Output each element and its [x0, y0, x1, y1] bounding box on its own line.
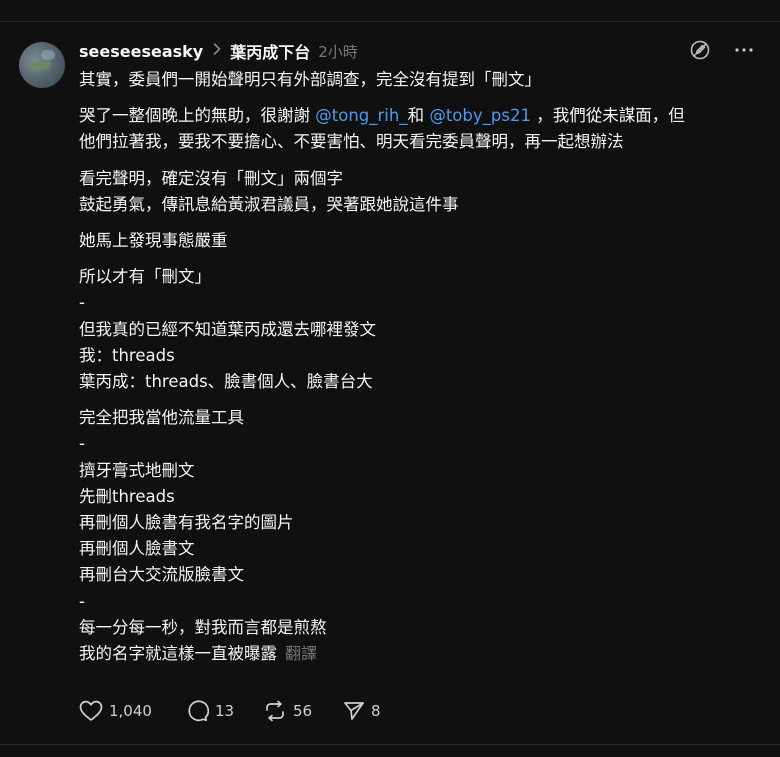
post-text-line: 鼓起勇氣，傳訊息給黃淑君議員，哭著跟她說這件事	[79, 192, 769, 218]
post-text: 他們拉著我，要我不要擔心、不要害怕、明天看完委員聲明，再一起想辦法	[79, 132, 624, 152]
reply-count: 13	[215, 702, 235, 720]
repost-icon	[266, 700, 284, 722]
post-timestamp[interactable]: 2小時	[318, 41, 358, 62]
post-text-line: 我的名字就這樣一直被曝露 翻譯	[79, 641, 769, 667]
post-paragraph: 看完聲明，確定沒有「刪文」兩個字鼓起勇氣，傳訊息給黃淑君議員，哭著跟她說這件事	[79, 166, 769, 218]
post-text: 再刪個人臉書文	[79, 539, 195, 559]
post-text: 她馬上發現事態嚴重	[79, 231, 228, 251]
post-text-line: 再刪個人臉書文	[79, 536, 769, 562]
post-text: 哭了一整個晚上的無助，很謝謝	[79, 106, 316, 126]
post-paragraph: 她馬上發現事態嚴重	[79, 228, 769, 254]
like-count: 1,040	[109, 702, 152, 720]
no-edit-icon[interactable]	[689, 39, 711, 61]
post-text: 再刪個人臉書有我名字的圖片	[79, 513, 294, 533]
share-count: 8	[371, 702, 381, 720]
post-text-line: 他們拉著我，要我不要擔心、不要害怕、明天看完委員聲明，再一起想辦法	[79, 129, 769, 155]
post-text-line: 但我真的已經不知道葉丙成還去哪裡發文	[79, 317, 769, 343]
post-text: 我的名字就這樣一直被曝露	[79, 644, 277, 664]
post-text: 鼓起勇氣，傳訊息給黃淑君議員，哭著跟她說這件事	[79, 194, 459, 214]
bottom-divider	[0, 744, 780, 745]
post-paragraph: 所以才有「刪文」 - 但我真的已經不知道葉丙成還去哪裡發文 我：threads 葉丙成：…	[79, 264, 769, 395]
post-text-line: 完全把我當他流量工具	[79, 405, 769, 431]
like-button[interactable]: 1,040	[79, 700, 185, 722]
send-icon	[344, 702, 364, 720]
avatar-image-detail	[41, 50, 55, 60]
post-text-line: 她馬上發現事態嚴重	[79, 228, 769, 254]
avatar-image-detail	[28, 59, 52, 73]
post-paragraph: 其實，委員們一開始聲明只有外部調查，完全沒有提到「刪文」	[79, 67, 769, 93]
previous-post-strip	[0, 0, 780, 21]
post-text-line: 所以才有「刪文」	[79, 264, 769, 290]
post-text: 其實，委員們一開始聲明只有外部調查，完全沒有提到「刪文」	[79, 70, 541, 89]
post-text: 我：threads	[79, 345, 175, 365]
post-text: 再刪台大交流版臉書文	[79, 565, 244, 585]
post-text: 看完聲明，確定沒有「刪文」兩個字	[79, 168, 343, 188]
action-bar: 1,040 13 56 8	[79, 698, 403, 724]
post-text: 每一分每一秒，對我而言都是煎熬	[79, 617, 327, 637]
post-text: -	[79, 434, 85, 454]
post-text-line: 哭了一整個晚上的無助，很謝謝 @tong_rih_和 @toby_ps21 ，我…	[79, 103, 769, 129]
post-text: -	[79, 293, 85, 313]
post-text: 完全把我當他流量工具	[79, 408, 244, 428]
post-text: 所以才有「刪文」	[79, 267, 211, 287]
post-text-line: 擠牙膏式地刪文	[79, 458, 769, 484]
comment-icon	[188, 700, 209, 722]
post-text: 和	[407, 106, 430, 126]
post-text-line: -	[79, 290, 769, 316]
post-paragraph: 完全把我當他流量工具 - 擠牙膏式地刪文 先刪threads 再刪個人臉書有我名字的圖片…	[79, 405, 769, 667]
avatar[interactable]	[19, 42, 65, 88]
post-text-line: 看完聲明，確定沒有「刪文」兩個字	[79, 166, 769, 192]
post-text-line: -	[79, 431, 769, 457]
post-text-line: 其實，委員們一開始聲明只有外部調查，完全沒有提到「刪文」	[79, 67, 769, 93]
post-text: 擠牙膏式地刪文	[79, 460, 195, 480]
post-text-line: 每一分每一秒，對我而言都是煎熬	[79, 615, 769, 641]
mention-link[interactable]: @toby_ps21	[429, 106, 531, 125]
repost-button[interactable]: 56	[263, 699, 343, 723]
translate-link[interactable]: 翻譯	[285, 644, 317, 663]
post-text: ，我們從未謀面，但	[530, 106, 685, 126]
post-text: 但我真的已經不知道葉丙成還去哪裡發文	[79, 319, 376, 339]
more-horizontal-icon[interactable]	[734, 42, 754, 58]
post-text-line: -	[79, 589, 769, 615]
post-header: seeseeseasky 葉丙成下台 2小時	[79, 37, 358, 65]
post-text-line: 我：threads	[79, 343, 769, 369]
post-text-line: 先刪threads	[79, 484, 769, 510]
community-link[interactable]: 葉丙成下台	[230, 39, 310, 63]
share-button[interactable]: 8	[343, 700, 403, 722]
repost-count: 56	[293, 702, 313, 720]
post-body: 其實，委員們一開始聲明只有外部調查，完全沒有提到「刪文」 哭了一整個晚上的無助，很…	[79, 67, 769, 677]
username-link[interactable]: seeseeseasky	[79, 42, 203, 61]
reply-button[interactable]: 13	[185, 699, 263, 723]
post-text-line: 再刪個人臉書有我名字的圖片	[79, 510, 769, 536]
chevron-right-icon	[213, 43, 221, 59]
mention-link[interactable]: @tong_rih_	[315, 106, 407, 125]
post-paragraph: 哭了一整個晚上的無助，很謝謝 @tong_rih_和 @toby_ps21 ，我…	[79, 103, 769, 155]
post-text: -	[79, 591, 85, 611]
post-text: 葉丙成：threads、臉書個人、臉書台大	[79, 372, 373, 392]
post-text: 先刪threads	[79, 486, 175, 506]
post-text-line: 再刪台大交流版臉書文	[79, 562, 769, 588]
top-divider	[0, 21, 780, 22]
post-text-line: 葉丙成：threads、臉書個人、臉書台大	[79, 369, 769, 395]
heart-icon	[79, 700, 103, 721]
